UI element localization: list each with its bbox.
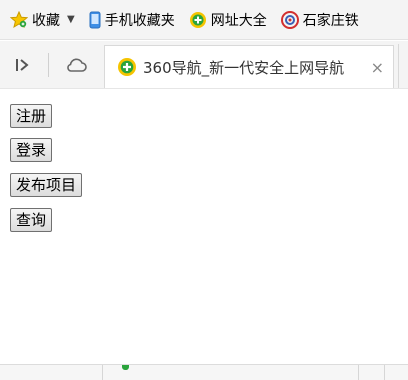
bookmark-shijiazhuang[interactable]: 石家庄铁 bbox=[280, 10, 359, 30]
phone-icon bbox=[89, 11, 101, 29]
register-button[interactable]: 注册 bbox=[10, 104, 53, 128]
page-content: 注册 登录 发布项目 查询 bbox=[0, 88, 408, 365]
bookmark-mobile-favorites[interactable]: 手机收藏夹 bbox=[89, 10, 175, 30]
tab-360-navigation[interactable]: 360导航_新一代安全上网导航 × bbox=[104, 45, 394, 88]
search-button[interactable]: 查询 bbox=[10, 208, 53, 232]
status-divider bbox=[358, 365, 359, 380]
360-logo-icon bbox=[117, 57, 137, 77]
bookmark-label: 手机收藏夹 bbox=[104, 12, 175, 29]
tab-title: 360导航_新一代安全上网导航 bbox=[143, 58, 345, 77]
sidebar-toggle-icon[interactable] bbox=[10, 53, 34, 77]
status-bar bbox=[0, 364, 408, 380]
publish-project-button[interactable]: 发布项目 bbox=[10, 173, 83, 197]
cloud-icon[interactable] bbox=[64, 53, 88, 77]
bookmark-hao360[interactable]: 网址大全 bbox=[189, 10, 267, 30]
close-icon[interactable]: × bbox=[371, 58, 384, 77]
tab-strip: 360导航_新一代安全上网导航 × bbox=[0, 41, 408, 88]
star-icon bbox=[10, 10, 28, 29]
bookmark-label: 收藏 bbox=[32, 12, 60, 29]
bookmark-label: 石家庄铁 bbox=[302, 12, 359, 29]
chevron-down-icon[interactable]: ▼ bbox=[67, 14, 75, 25]
bookmarks-bar: 收藏 ▼ 手机收藏夹 网址大全 石家庄铁 bbox=[0, 0, 408, 40]
security-status-icon[interactable] bbox=[122, 365, 129, 370]
bookmark-favorites[interactable]: 收藏 ▼ bbox=[10, 10, 75, 30]
navigation-logo-icon bbox=[189, 11, 207, 29]
bookmark-label: 网址大全 bbox=[210, 12, 267, 29]
site-logo-icon bbox=[280, 10, 299, 29]
toolbar-divider bbox=[48, 53, 49, 77]
status-divider bbox=[384, 365, 385, 380]
status-divider bbox=[102, 365, 103, 380]
login-button[interactable]: 登录 bbox=[10, 138, 53, 162]
tab-strip-edge bbox=[398, 44, 408, 88]
